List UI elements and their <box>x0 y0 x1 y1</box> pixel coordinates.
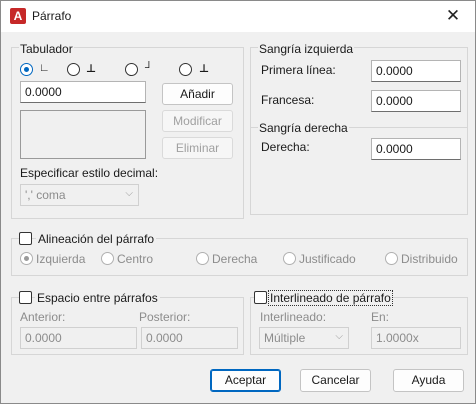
after-label: Posterior: <box>139 310 191 324</box>
alignment-label: Alineación del párrafo <box>36 232 157 246</box>
dialog-title: Párrafo <box>32 9 72 23</box>
autocad-icon: A <box>10 8 26 24</box>
left-tab-icon: ∟ <box>39 62 50 74</box>
right-indent-input[interactable]: 0.0000 <box>371 138 461 160</box>
modify-tab-button[interactable]: Modificar <box>162 110 233 132</box>
spacing-type-select[interactable]: Múltiple ⌵ <box>259 327 349 349</box>
tab-stops-list[interactable] <box>20 110 146 159</box>
align-center-radio[interactable] <box>101 252 114 265</box>
close-icon: ✕ <box>445 6 461 25</box>
hanging-label: Francesa: <box>261 93 315 107</box>
add-tab-label: Añadir <box>180 87 215 101</box>
tab-position-input[interactable]: 0.0000 <box>20 81 146 103</box>
close-button[interactable]: ✕ <box>439 3 467 29</box>
right-tab-icon: ┘ <box>145 62 153 74</box>
align-right-label: Derecha <box>212 252 258 266</box>
align-left-label: Izquierda <box>36 252 86 266</box>
center-tab-icon: ⊥ <box>86 63 97 75</box>
at-input[interactable]: 1.0000x <box>371 327 461 349</box>
decimal-style-value: ',' coma <box>25 188 66 202</box>
decimal-style-select[interactable]: ',' coma ⌵ <box>20 184 139 206</box>
ok-button[interactable]: Aceptar <box>210 369 281 392</box>
align-justify-radio[interactable] <box>283 252 296 265</box>
first-line-label: Primera línea: <box>261 63 336 77</box>
spacing-type-value: Múltiple <box>264 331 306 345</box>
first-line-input[interactable]: 0.0000 <box>371 60 461 82</box>
delete-tab-button[interactable]: Eliminar <box>162 137 233 159</box>
chevron-down-icon: ⌵ <box>335 331 343 342</box>
after-input[interactable]: 0.0000 <box>141 327 238 349</box>
tab-type-center-radio[interactable] <box>67 63 80 76</box>
hanging-input[interactable]: 0.0000 <box>371 90 461 112</box>
spacing-label: Espacio entre párrafos <box>35 291 160 305</box>
tab-group-label: Tabulador <box>19 42 74 56</box>
at-label: En: <box>371 310 390 324</box>
line-spacing-label: Interlineado de párrafo <box>268 290 393 306</box>
alignment-checkbox[interactable] <box>19 232 32 245</box>
cancel-button[interactable]: Cancelar <box>300 369 371 392</box>
align-distributed-label: Distribuido <box>401 252 458 266</box>
align-center-label: Centro <box>117 252 154 266</box>
line-spacing-checkbox[interactable] <box>254 291 267 304</box>
right-indent-label: Derecha: <box>261 140 310 154</box>
add-tab-button[interactable]: Añadir <box>162 83 233 105</box>
left-indent-group-label: Sangría izquierda <box>258 42 355 56</box>
decimal-style-label: Especificar estilo decimal: <box>20 166 159 180</box>
align-right-radio[interactable] <box>196 252 209 265</box>
spacing-checkbox[interactable] <box>19 291 32 304</box>
tab-type-left-radio[interactable] <box>20 63 33 76</box>
align-justify-label: Justificado <box>299 252 356 266</box>
before-input[interactable]: 0.0000 <box>20 327 137 349</box>
decimal-tab-icon: ⊥ <box>199 63 210 75</box>
tab-type-right-radio[interactable] <box>125 63 138 76</box>
before-label: Anterior: <box>20 310 66 324</box>
title-bar: A Párrafo ✕ <box>1 1 475 32</box>
help-button[interactable]: Ayuda <box>393 369 464 392</box>
paragraph-dialog: A Párrafo ✕ Tabulador ∟ ⊥ ┘ ⊥ 0.0000 Aña… <box>0 0 476 404</box>
right-indent-group-label: Sangría derecha <box>258 121 349 135</box>
align-left-radio[interactable] <box>20 252 33 265</box>
spacing-type-label: Interlineado: <box>260 310 327 324</box>
tab-type-decimal-radio[interactable] <box>179 63 192 76</box>
chevron-down-icon: ⌵ <box>125 188 133 199</box>
align-distributed-radio[interactable] <box>385 252 398 265</box>
